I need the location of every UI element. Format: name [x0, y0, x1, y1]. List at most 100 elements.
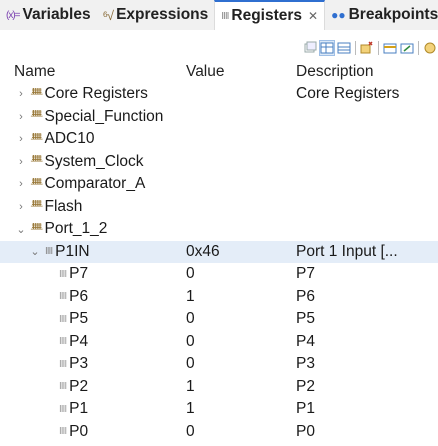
register-name-label: Special_Function — [44, 107, 164, 125]
register-name-cell: IIII P7 — [56, 265, 88, 283]
register-name-label: P6 — [69, 287, 89, 305]
register-name-label: P3 — [69, 355, 89, 373]
close-icon[interactable]: ✕ — [308, 9, 318, 23]
toolbar-separator — [355, 41, 356, 55]
tab-label: Variables — [22, 6, 91, 23]
new-register-icon[interactable] — [382, 40, 398, 56]
chevron-right-icon[interactable]: › — [14, 133, 28, 145]
register-name-cell: › ᚙ Comparator_A — [14, 175, 145, 193]
column-header-description[interactable]: Description — [296, 63, 374, 81]
tab-expressions[interactable]: ⁶√ Expressions — [97, 0, 215, 30]
bitfield-icon: IIII — [59, 403, 67, 415]
table-row[interactable]: ⌄ IIII P1IN 0x46 Port 1 Input [... — [0, 240, 438, 263]
table-row[interactable]: IIII P2 1 P2 — [0, 376, 438, 399]
tab-label: Registers — [231, 7, 303, 24]
view-tab-bar: (x)= Variables ⁶√ Expressions IIII Regis… — [0, 0, 438, 30]
table-row[interactable]: › ᚙ ADC10 — [0, 128, 438, 151]
table-body: › ᚙ Core Registers Core Registers › ᚙ Special_… — [0, 83, 438, 443]
collapse-all-icon[interactable] — [302, 40, 318, 56]
register-name-label: System_Clock — [44, 152, 144, 170]
register-group-icon: ᚙ — [31, 88, 42, 100]
table-row[interactable]: IIII P4 0 P4 — [0, 331, 438, 354]
layout-icon[interactable] — [319, 40, 335, 56]
register-group-icon: ᚙ — [31, 223, 42, 235]
registers-tree-table: Name Value Description › ᚙ Core Registers C… — [0, 61, 438, 443]
table-row[interactable]: IIII P3 0 P3 — [0, 353, 438, 376]
chevron-right-icon[interactable]: › — [14, 111, 28, 123]
table-row[interactable]: IIII P7 0 P7 — [0, 263, 438, 286]
register-value-cell[interactable]: 0 — [186, 355, 195, 373]
registers-icon: IIII — [221, 10, 229, 22]
register-name-cell: › ᚙ Flash — [14, 198, 82, 216]
bitfield-icon: IIII — [59, 426, 67, 438]
chevron-down-icon[interactable]: ⌄ — [28, 245, 42, 258]
register-description-cell: P5 — [296, 310, 315, 328]
tab-variables[interactable]: (x)= Variables — [0, 0, 97, 30]
register-name-cell: › ᚙ Special_Function — [14, 108, 163, 126]
table-row[interactable]: › ᚙ System_Clock — [0, 151, 438, 174]
chevron-right-icon[interactable]: › — [14, 88, 28, 100]
column-header-name[interactable]: Name — [14, 63, 55, 81]
table-row[interactable]: ⌄ ᚙ Port_1_2 — [0, 218, 438, 241]
table-row[interactable]: › ᚙ Comparator_A — [0, 173, 438, 196]
table-row[interactable]: › ᚙ Flash — [0, 196, 438, 219]
bitfield-icon: IIII — [59, 381, 67, 393]
bitfield-icon: IIII — [59, 291, 67, 303]
table-row[interactable]: IIII P5 0 P5 — [0, 308, 438, 331]
register-description-cell: P2 — [296, 377, 315, 395]
bitfield-icon: IIII — [59, 268, 67, 280]
register-name-label: P0 — [69, 422, 89, 440]
register-value-cell[interactable]: 0 — [186, 423, 195, 441]
tab-label: Breakpoints — [348, 6, 438, 23]
register-value-cell[interactable]: 1 — [186, 400, 195, 418]
register-name-cell: IIII P3 — [56, 355, 88, 373]
table-row[interactable]: IIII P0 0 P0 — [0, 421, 438, 444]
toolbar-separator — [378, 41, 379, 55]
register-name-label: P5 — [69, 310, 89, 328]
register-description-cell: P4 — [296, 332, 315, 350]
register-description-cell: P1 — [296, 400, 315, 418]
register-name-cell: › ᚙ System_Clock — [14, 152, 144, 171]
chevron-right-icon[interactable]: › — [14, 156, 28, 168]
register-name-label: Flash — [44, 197, 83, 215]
register-group-icon: ᚙ — [31, 111, 42, 123]
chevron-right-icon[interactable]: › — [14, 178, 28, 190]
registers-toolbar — [302, 38, 438, 58]
register-group-icon: ᚙ — [31, 201, 42, 213]
register-name-cell: ⌄ IIII P1IN — [28, 243, 89, 261]
register-description-cell: P0 — [296, 422, 315, 440]
register-icon: IIII — [45, 246, 53, 258]
import-icon[interactable] — [399, 40, 415, 56]
register-name-label: P2 — [69, 377, 89, 395]
register-value-cell[interactable]: 0 — [186, 310, 195, 328]
register-group-icon: ᚙ — [31, 133, 42, 145]
register-name-cell: IIII P2 — [56, 378, 88, 396]
table-header: Name Value Description — [0, 61, 438, 83]
table-row[interactable]: › ᚙ Core Registers Core Registers — [0, 83, 438, 106]
register-description-cell: Core Registers — [296, 85, 400, 103]
tab-breakpoints[interactable]: ●● Breakpoints — [325, 0, 438, 30]
register-description-cell: P3 — [296, 355, 315, 373]
table-row[interactable]: › ᚙ Special_Function — [0, 106, 438, 129]
tab-registers[interactable]: IIII Registers ✕ — [214, 0, 326, 30]
chevron-right-icon[interactable]: › — [14, 201, 28, 213]
register-name-cell: ⌄ ᚙ Port_1_2 — [14, 220, 107, 238]
register-value-cell[interactable]: 0 — [186, 333, 195, 351]
expressions-icon: ⁶√ — [102, 7, 114, 23]
register-value-cell[interactable]: 0 — [186, 265, 195, 283]
table-row[interactable]: IIII P1 1 P1 — [0, 398, 438, 421]
export-icon[interactable] — [422, 40, 438, 56]
register-value-cell[interactable]: 0x46 — [186, 243, 220, 261]
register-description-cell: P7 — [296, 265, 315, 283]
table-row[interactable]: IIII P6 1 P6 — [0, 286, 438, 309]
register-name-label: ADC10 — [44, 130, 95, 148]
variables-icon: (x)= — [6, 9, 20, 21]
bitfield-icon: IIII — [59, 336, 67, 348]
register-value-cell[interactable]: 1 — [186, 378, 195, 396]
show-columns-icon[interactable] — [336, 40, 352, 56]
register-value-cell[interactable]: 1 — [186, 288, 195, 306]
column-header-value[interactable]: Value — [186, 63, 225, 81]
chevron-down-icon[interactable]: ⌄ — [14, 223, 28, 236]
add-group-icon[interactable] — [359, 40, 375, 56]
register-name-cell: IIII P0 — [56, 423, 88, 441]
